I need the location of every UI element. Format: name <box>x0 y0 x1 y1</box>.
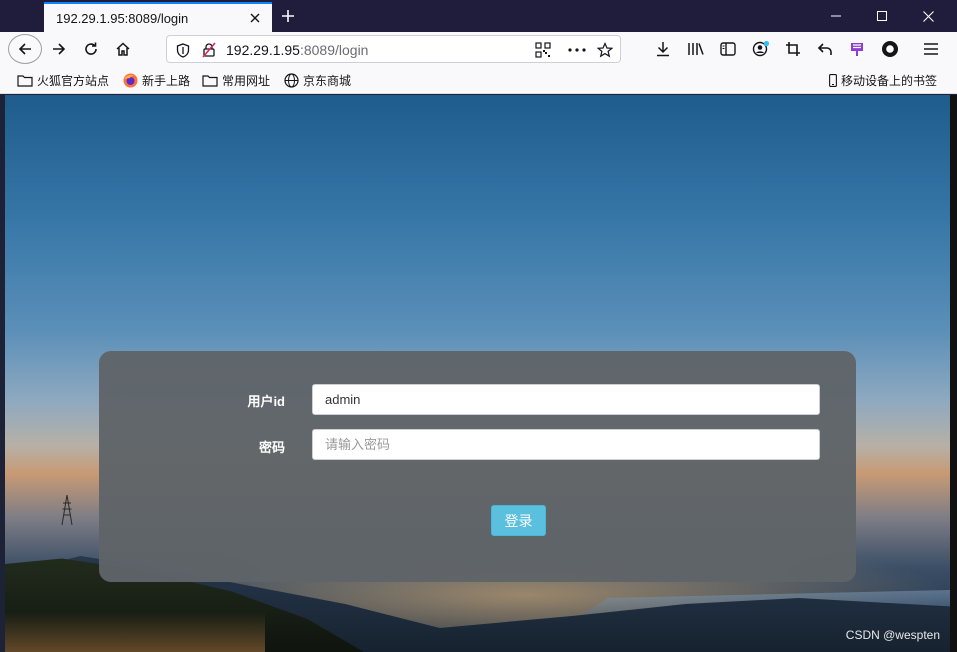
password-label: 密码 <box>258 440 285 455</box>
right-edge <box>950 95 957 652</box>
folder-icon <box>202 74 218 88</box>
navigation-toolbar: 192.29.1.95:8089/login <box>0 32 957 66</box>
home-button[interactable] <box>109 35 137 63</box>
bookmark-item[interactable]: 京东商城 <box>283 72 351 89</box>
tab-login[interactable]: 192.29.1.95:8089/login <box>44 2 272 32</box>
tab-title: 192.29.1.95:8089/login <box>56 10 189 26</box>
folder-icon <box>17 74 33 88</box>
background-town-lights <box>5 612 265 652</box>
firefox-icon <box>122 73 138 88</box>
mobile-bookmarks-label: 移动设备上的书签 <box>841 74 938 88</box>
maximize-icon[interactable] <box>859 0 905 32</box>
url-path: :8089/login <box>299 42 369 58</box>
extension-icon[interactable] <box>843 35 871 63</box>
tab-strip: 192.29.1.95:8089/login <box>0 0 957 32</box>
close-tab-icon[interactable] <box>244 7 266 29</box>
shield-icon[interactable] <box>173 40 193 60</box>
bookmark-item[interactable]: 常用网址 <box>202 72 270 89</box>
bookmark-label: 新手上路 <box>142 74 191 88</box>
url-bar[interactable]: 192.29.1.95:8089/login <box>166 35 621 63</box>
url-host: 192.29.1.95 <box>226 42 300 58</box>
qr-code-icon[interactable] <box>533 40 553 60</box>
bookmark-star-icon[interactable] <box>595 40 615 60</box>
more-actions-icon[interactable] <box>567 40 587 60</box>
mobile-device-icon <box>828 74 838 88</box>
back-button[interactable] <box>8 34 42 64</box>
screenshot-crop-icon[interactable] <box>779 35 807 63</box>
bookmark-item[interactable]: 火狐官方站点 <box>17 72 109 89</box>
circle-extension-icon[interactable] <box>876 35 904 63</box>
new-tab-icon[interactable] <box>276 4 300 28</box>
mobile-bookmarks[interactable]: 移动设备上的书签 <box>828 72 937 89</box>
bookmark-item[interactable]: 新手上路 <box>122 72 190 89</box>
reload-button[interactable] <box>77 35 105 63</box>
close-window-icon[interactable] <box>905 0 951 32</box>
power-tower-icon <box>61 495 73 525</box>
insecure-lock-icon[interactable] <box>199 40 219 60</box>
sidebar-icon[interactable] <box>714 35 742 63</box>
menu-icon[interactable] <box>917 35 945 63</box>
watermark: CSDN @wespten <box>845 628 940 642</box>
globe-icon <box>283 73 299 88</box>
library-icon[interactable] <box>682 35 710 63</box>
login-panel: 用户id 密码 登录 <box>99 351 856 582</box>
password-input[interactable] <box>312 429 820 460</box>
user-id-label: 用户id <box>247 394 285 409</box>
account-icon[interactable] <box>747 35 775 63</box>
bookmarks-toolbar: 火狐官方站点 新手上路 常用网址 京东商城 移动设备上的书签 <box>0 66 957 94</box>
forward-button[interactable] <box>45 35 73 63</box>
bookmark-label: 常用网址 <box>222 74 271 88</box>
url-text[interactable]: 192.29.1.95:8089/login <box>226 42 368 58</box>
browser-window: 192.29.1.95:8089/login 192.29.1.95:8089/… <box>0 0 957 652</box>
download-icon[interactable] <box>649 35 677 63</box>
undo-icon[interactable] <box>811 35 839 63</box>
minimize-icon[interactable] <box>813 0 859 32</box>
bookmark-label: 火狐官方站点 <box>37 74 110 88</box>
login-button[interactable]: 登录 <box>491 505 546 536</box>
user-id-input[interactable] <box>312 384 820 415</box>
bookmark-label: 京东商城 <box>303 74 352 88</box>
page-content: 用户id 密码 登录 CSDN @wespten <box>5 95 950 652</box>
